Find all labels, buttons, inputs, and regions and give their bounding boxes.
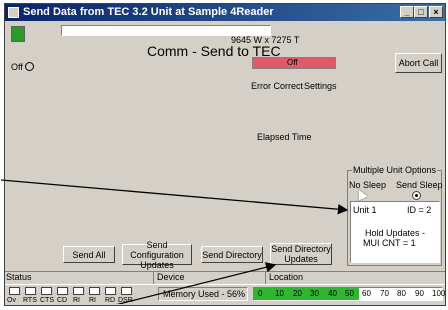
- status-label: Status: [6, 272, 32, 282]
- send-configuration-label-2: Updates: [140, 259, 174, 270]
- device-label: Device: [157, 272, 185, 282]
- app-icon: [8, 7, 19, 18]
- mui-count-label: MUI CNT = 1: [363, 238, 416, 248]
- maximize-button[interactable]: □: [414, 6, 428, 18]
- memory-used-box: Memory Used - 56%: [158, 287, 248, 301]
- send-all-button[interactable]: Send All: [63, 246, 115, 263]
- error-correct-label: Error Correct: [251, 81, 304, 91]
- memory-scale-tick: 40: [328, 289, 337, 298]
- elapsed-time-label: Elapsed Time: [257, 132, 312, 142]
- status-divider-2: [265, 272, 266, 284]
- comm-window: Send Data from TEC 3.2 Unit at Sample 4R…: [1, 3, 446, 306]
- signal-lamp-1: [9, 287, 20, 295]
- signal-lamp-4: [57, 287, 68, 295]
- memory-scale-tick: 20: [293, 289, 302, 298]
- minimize-button[interactable]: _: [400, 6, 414, 18]
- memory-scale-tick: 30: [310, 289, 319, 298]
- window-title: Send Data from TEC 3.2 Unit at Sample 4R…: [23, 6, 274, 18]
- signal-label-5: RI: [73, 297, 80, 304]
- app-logo-icon: [11, 26, 25, 42]
- signal-label-1: Ov: [7, 297, 16, 304]
- send-configuration-label-1: Send Configuration: [130, 239, 184, 260]
- signal-lamp-6: [89, 287, 100, 295]
- signal-lamp-7: [105, 287, 116, 295]
- memory-scale-tick: 10: [275, 289, 284, 298]
- signal-lamp-2: [25, 287, 36, 295]
- no-sleep-label: No Sleep: [349, 180, 387, 190]
- signal-label-8: DSR: [118, 297, 133, 304]
- arrow-to-unit-options: [1, 179, 349, 215]
- send-configuration-updates-button[interactable]: Send Configuration Updates: [122, 240, 192, 270]
- signal-label-3: CTS: [40, 297, 54, 304]
- memory-scale-tick: 60: [362, 289, 371, 298]
- status-indicator-text: Off: [287, 58, 298, 67]
- signal-lamp-5: [73, 287, 84, 295]
- memory-scale-tick: 70: [380, 289, 389, 298]
- send-directory-updates-label-2: Updates: [284, 254, 318, 264]
- status-divider-1: [153, 272, 154, 284]
- send-sleep-radio[interactable]: [412, 191, 421, 200]
- unit-list[interactable]: Unit 1 ID = 2 Hold Updates - MUI CNT = 1: [350, 201, 440, 263]
- send-sleep-label: Send Sleep: [396, 180, 443, 190]
- memory-scale-tick: 50: [345, 289, 354, 298]
- signal-lamp-8: [121, 287, 132, 295]
- off-label: Off: [11, 62, 23, 72]
- unit-id-label: ID = 2: [407, 205, 432, 215]
- memory-used-label: Memory Used - 56%: [163, 289, 246, 299]
- hold-updates-label: Hold Updates -: [365, 228, 426, 238]
- signal-label-7: RD: [105, 297, 116, 304]
- multiple-unit-options-title: Multiple Unit Options: [352, 165, 438, 175]
- unit-label: Unit 1: [353, 205, 377, 215]
- signal-lamps: Ov RTS CTS CD RI RI RD DSR: [5, 286, 155, 305]
- signal-label-6: RI: [89, 297, 96, 304]
- multiple-unit-options-group: Multiple Unit Options No Sleep Send Slee…: [347, 165, 443, 266]
- memory-scale-tick: 0: [258, 289, 263, 298]
- memory-gauge-scale: 0 10 20 30 40 50 60 70 80 90 100: [254, 288, 446, 300]
- signal-label-2: RTS: [23, 297, 37, 304]
- title-bar[interactable]: Send Data from TEC 3.2 Unit at Sample 4R…: [5, 4, 445, 21]
- settings-label: Settings: [304, 81, 337, 91]
- send-directory-updates-label-1: Send Directory: [271, 244, 331, 254]
- send-directory-button[interactable]: Send Directory: [201, 246, 263, 263]
- status-bar: Status Device Location: [5, 271, 445, 285]
- memory-scale-tick: 90: [415, 289, 424, 298]
- signal-lamp-3: [41, 287, 52, 295]
- memory-gauge: 0 10 20 30 40 50 60 70 80 90 100: [253, 287, 446, 301]
- send-directory-updates-button[interactable]: Send Directory Updates: [270, 243, 332, 265]
- signal-label-4: CD: [57, 297, 68, 304]
- memory-scale-tick: 100: [432, 289, 446, 298]
- abort-call-button[interactable]: Abort Call: [395, 53, 442, 73]
- location-label: Location: [269, 272, 304, 282]
- power-circle-icon: [25, 62, 34, 71]
- status-indicator: Off: [252, 57, 336, 69]
- memory-scale-tick: 80: [397, 289, 406, 298]
- close-button[interactable]: ×: [429, 6, 443, 18]
